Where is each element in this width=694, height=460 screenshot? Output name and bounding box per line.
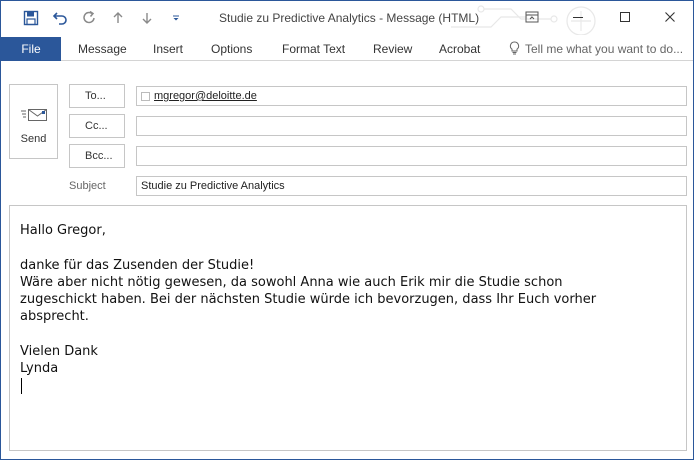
to-recipient: mgregor@deloitte.de: [154, 90, 257, 102]
to-field[interactable]: mgregor@deloitte.de: [136, 86, 687, 106]
message-body-text: Hallo Gregor, danke für das Zusenden der…: [20, 222, 596, 378]
tab-acrobat[interactable]: Acrobat: [439, 37, 480, 61]
body-line: Vielen Dank: [20, 344, 98, 360]
recipient-checkbox-icon: [141, 91, 150, 101]
cc-button[interactable]: Cc...: [69, 114, 125, 138]
tab-file[interactable]: File: [1, 37, 61, 61]
maximize-icon[interactable]: [611, 5, 639, 29]
customize-qat-icon[interactable]: [165, 7, 187, 29]
tab-insert[interactable]: Insert: [153, 37, 183, 61]
arrow-down-icon[interactable]: [136, 7, 158, 29]
bcc-button[interactable]: Bcc...: [69, 144, 125, 168]
body-line: absprecht.: [20, 309, 89, 325]
body-line: danke für das Zusenden der Studie!: [20, 257, 255, 273]
body-line: [20, 326, 596, 343]
send-button[interactable]: Send: [9, 84, 58, 159]
subject-field[interactable]: Studie zu Predictive Analytics: [136, 176, 687, 196]
subject-value: Studie zu Predictive Analytics: [141, 180, 285, 192]
body-line: Hallo Gregor,: [20, 223, 106, 238]
text-caret: [21, 378, 22, 394]
minimize-icon[interactable]: [564, 5, 592, 29]
body-line: Wäre aber nicht nötig gewesen, da sowohl…: [20, 274, 563, 290]
ribbon-display-icon[interactable]: [518, 5, 546, 29]
body-line: [20, 239, 596, 256]
redo-icon[interactable]: [78, 7, 100, 29]
tell-me-search[interactable]: Tell me what you want to do...: [509, 37, 683, 61]
ribbon-tabs: File Message Insert Options Format Text …: [1, 37, 693, 61]
to-button[interactable]: To...: [69, 84, 125, 108]
cc-field[interactable]: [136, 116, 687, 136]
undo-icon[interactable]: [49, 7, 71, 29]
tab-options[interactable]: Options: [211, 37, 252, 61]
body-line: zugeschickt haben. Bei der nächsten Stud…: [20, 292, 597, 308]
tab-format-text[interactable]: Format Text: [282, 37, 345, 61]
recipient-chip[interactable]: mgregor@deloitte.de: [141, 90, 257, 102]
subject-label: Subject: [69, 180, 106, 192]
tab-message[interactable]: Message: [78, 37, 127, 61]
save-icon[interactable]: [20, 7, 42, 29]
message-body[interactable]: Hallo Gregor, danke für das Zusenden der…: [9, 205, 687, 451]
tell-me-placeholder: Tell me what you want to do...: [525, 42, 684, 56]
close-icon[interactable]: [656, 5, 684, 29]
tab-review[interactable]: Review: [373, 37, 412, 61]
outlook-message-window: Studie zu Predictive Analytics - Message…: [0, 0, 694, 460]
lightbulb-icon: [509, 40, 520, 58]
arrow-up-icon[interactable]: [107, 7, 129, 29]
body-line: Lynda: [20, 361, 59, 377]
bcc-field[interactable]: [136, 146, 687, 166]
title-bar: Studie zu Predictive Analytics - Message…: [1, 1, 693, 35]
send-envelope-icon: [21, 107, 49, 126]
send-label: Send: [20, 133, 47, 145]
